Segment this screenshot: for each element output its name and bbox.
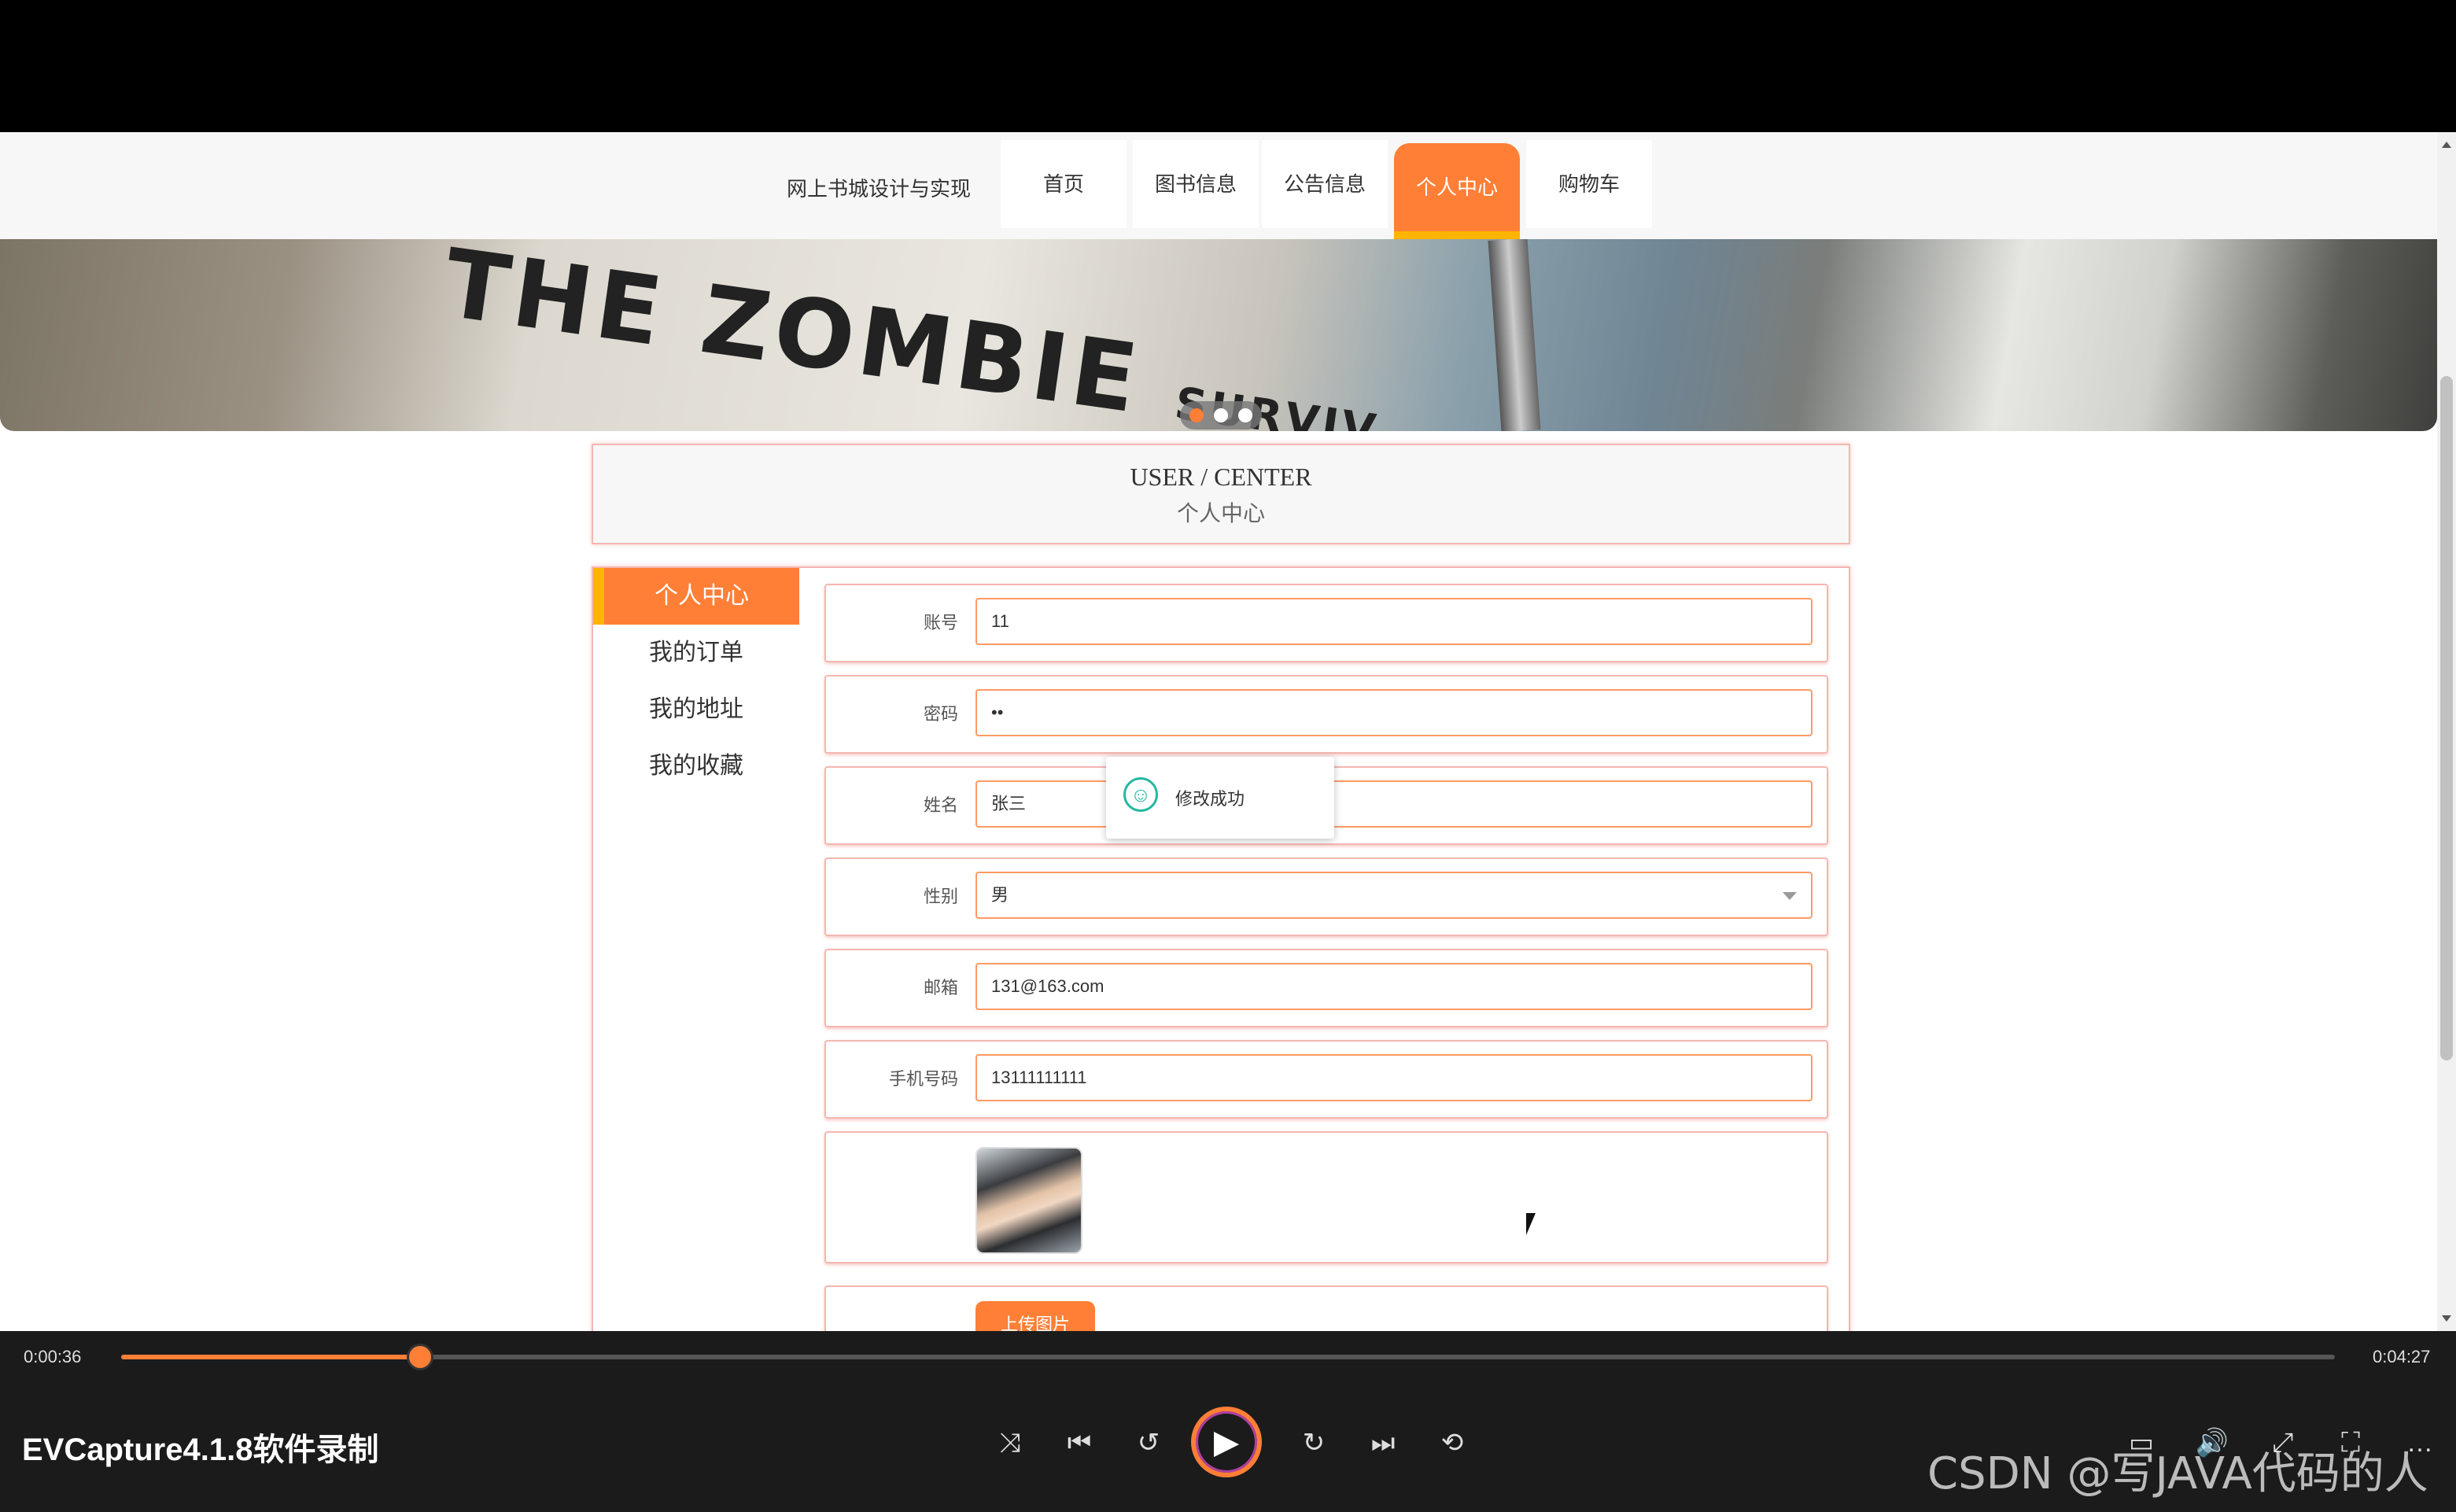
upload-image-button[interactable]: 上传图片 <box>975 1301 1095 1331</box>
forward-30-icon[interactable]: ↻ <box>1296 1425 1331 1460</box>
toast-message: 修改成功 <box>1175 789 1245 809</box>
nav-cart[interactable]: 购物车 <box>1526 140 1652 228</box>
side-item-addresses[interactable]: 我的地址 <box>593 681 799 738</box>
side-item-user-center[interactable]: 个人中心 <box>593 568 799 625</box>
recorder-title: EVCapture4.1.8软件录制 <box>22 1433 379 1467</box>
progress-fill <box>121 1355 420 1359</box>
gender-label: 性别 <box>923 887 958 906</box>
current-time: 0:00:36 <box>24 1347 82 1366</box>
form-row-phone: 手机号码 13111111111 <box>824 1040 1828 1119</box>
nav-announcements[interactable]: 公告信息 <box>1262 140 1388 228</box>
phone-label: 手机号码 <box>888 1069 958 1089</box>
progress-knob[interactable] <box>406 1344 433 1370</box>
carousel-dot-3[interactable] <box>1238 408 1252 422</box>
account-label: 账号 <box>923 613 958 632</box>
form-row-avatar <box>824 1131 1828 1263</box>
form-row-password: 密码 •• <box>824 675 1828 754</box>
progress-bar[interactable] <box>121 1344 2335 1370</box>
watermark: CSDN @写JAVA代码的人 <box>1927 1448 2428 1499</box>
form-row-gender: 性别 男 <box>824 857 1828 936</box>
success-toast: ☺ 修改成功 <box>1106 757 1334 839</box>
phone-input[interactable]: 13111111111 <box>975 1054 1812 1101</box>
name-label: 姓名 <box>923 795 958 815</box>
avatar-image[interactable] <box>975 1147 1082 1254</box>
previous-icon[interactable]: ⏮ <box>1062 1425 1097 1460</box>
nav-home[interactable]: 首页 <box>1001 140 1127 228</box>
user-center-title-en: USER / CENTER <box>1130 463 1312 491</box>
scrollbar-thumb[interactable] <box>2440 376 2453 1060</box>
repeat-icon[interactable]: ⟲ <box>1435 1425 1470 1460</box>
password-label: 密码 <box>923 704 958 724</box>
scroll-down-icon[interactable] <box>2442 1315 2451 1322</box>
shuffle-icon[interactable]: ⤨ <box>993 1425 1027 1460</box>
play-button[interactable]: ▶ <box>1191 1407 1262 1477</box>
user-center-title-cn: 个人中心 <box>1176 502 1265 526</box>
top-navigation-bar: 网上书城设计与实现 首页 图书信息 公告信息 个人中心 购物车 <box>0 132 2437 241</box>
side-item-orders[interactable]: 我的订单 <box>593 625 799 681</box>
name-input[interactable]: 张三 <box>975 780 1812 828</box>
nav-books[interactable]: 图书信息 <box>1133 140 1259 228</box>
site-title: 网上书城设计与实现 <box>787 177 972 201</box>
banner-carousel[interactable]: THE ZOMBIE SURVIV <box>0 239 2437 431</box>
next-icon[interactable]: ⏭ <box>1366 1425 1400 1460</box>
form-row-email: 邮箱 131@163.com <box>824 949 1828 1027</box>
form-row-upload: 上传图片 <box>824 1285 1828 1331</box>
email-label: 邮箱 <box>923 978 958 998</box>
carousel-dot-1[interactable] <box>1189 408 1204 422</box>
mouse-cursor <box>1526 1213 1536 1235</box>
carousel-dot-2[interactable] <box>1214 408 1228 422</box>
form-row-account: 账号 11 <box>824 584 1828 662</box>
account-input[interactable]: 11 <box>975 598 1812 645</box>
side-item-favorites[interactable]: 我的收藏 <box>593 738 799 795</box>
password-input[interactable]: •• <box>975 689 1812 736</box>
page-scrollbar[interactable] <box>2437 132 2456 1331</box>
total-time: 0:04:27 <box>2373 1347 2431 1366</box>
gender-value: 男 <box>991 885 1009 905</box>
smile-icon: ☺ <box>1123 777 1158 812</box>
user-center-header: USER / CENTER 个人中心 <box>592 444 1850 544</box>
side-menu: 个人中心 我的订单 我的地址 我的收藏 <box>593 568 799 795</box>
carousel-indicator <box>1180 401 1262 430</box>
video-player-controls: 0:00:36 0:04:27 EVCapture4.1.8软件录制 ⤨ ⏮ ↺… <box>0 1331 2456 1512</box>
email-input[interactable]: 131@163.com <box>975 963 1812 1010</box>
chevron-down-icon <box>1783 892 1797 900</box>
gender-select[interactable]: 男 <box>975 872 1812 919</box>
banner-decoration <box>1488 239 1541 431</box>
scroll-up-icon[interactable] <box>2442 142 2451 148</box>
browser-page: 网上书城设计与实现 首页 图书信息 公告信息 个人中心 购物车 THE ZOMB… <box>0 132 2456 1331</box>
user-center-panel: 个人中心 我的订单 我的地址 我的收藏 账号 11 密码 •• 姓名 张三 性别… <box>592 566 1850 1331</box>
rewind-10-icon[interactable]: ↺ <box>1131 1425 1166 1460</box>
nav-user-center[interactable]: 个人中心 <box>1394 143 1520 241</box>
